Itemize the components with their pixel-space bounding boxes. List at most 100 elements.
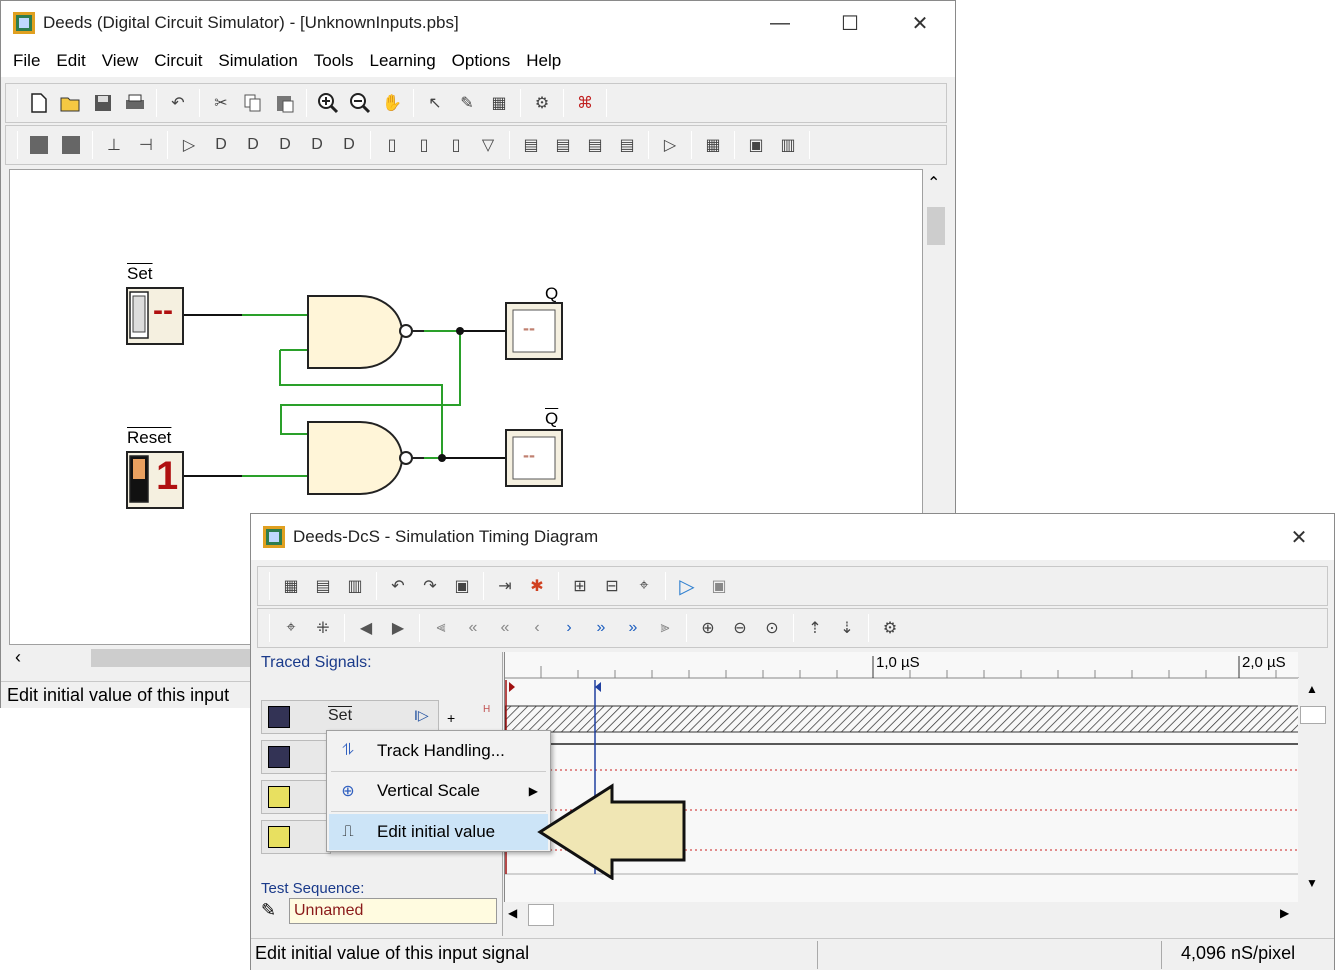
counter-icon[interactable]: ▤	[584, 134, 606, 156]
timing-close-button[interactable]: ✕	[1264, 514, 1334, 560]
step-forward-icon[interactable]: ▶	[387, 617, 409, 639]
scroll-left-arrow-icon[interactable]: ◀	[508, 906, 517, 920]
back-icon[interactable]: «	[494, 617, 516, 639]
menu-edit[interactable]: Edit	[48, 51, 93, 71]
node-icon[interactable]: ⊥	[103, 134, 125, 156]
menu-view[interactable]: View	[94, 51, 147, 71]
nor-gate-icon[interactable]: D	[306, 134, 328, 156]
cut-icon[interactable]: ✂	[210, 92, 232, 114]
scroll-left-arrow-icon[interactable]: ‹	[15, 647, 21, 668]
step-back-icon[interactable]: ◀	[355, 617, 377, 639]
play-icon[interactable]: ▷	[676, 575, 698, 598]
timing-horizontal-scrollbar[interactable]: ◀ ▶	[504, 902, 1298, 928]
timing-tool-2-icon[interactable]: ⊟	[601, 575, 623, 597]
prev-icon[interactable]: ‹	[526, 617, 548, 639]
timing-settings-icon[interactable]: ⚙	[879, 617, 901, 639]
fast-forward-icon[interactable]: »	[622, 617, 644, 639]
menu-tools[interactable]: Tools	[306, 51, 362, 71]
and-gate-icon[interactable]: D	[210, 134, 232, 156]
circuit-check-icon[interactable]: ⌘	[574, 92, 596, 114]
minimize-button[interactable]: —	[745, 1, 815, 45]
timing-scroll-thumb[interactable]	[1300, 706, 1326, 724]
menu-file[interactable]: File	[5, 51, 48, 71]
pan-hand-icon[interactable]: ✋	[381, 92, 403, 114]
buffer-icon[interactable]: ▷	[659, 134, 681, 156]
menu-simulation[interactable]: Simulation	[210, 51, 305, 71]
flipflop-jk-icon[interactable]: ▯	[413, 134, 435, 156]
trace-open-icon[interactable]: ▤	[312, 575, 334, 597]
menu-item-edit-initial-value[interactable]: ⎍ Edit initial value	[329, 814, 548, 850]
component-icon[interactable]: ▦	[488, 92, 510, 114]
or-gate-icon[interactable]: D	[274, 134, 296, 156]
stop-icon[interactable]: ▣	[708, 575, 730, 597]
scroll-thumb[interactable]	[927, 207, 945, 245]
menu-help[interactable]: Help	[518, 51, 569, 71]
signal-row[interactable]	[261, 740, 331, 774]
fast-back-icon[interactable]: «	[462, 617, 484, 639]
trace-new-icon[interactable]: ▦	[280, 575, 302, 597]
marker-tool-icon[interactable]: ⁜	[312, 617, 334, 639]
xor-gate-icon[interactable]: D	[338, 134, 360, 156]
timing-tool-3-icon[interactable]: ⌖	[633, 575, 655, 597]
menu-circuit[interactable]: Circuit	[146, 51, 210, 71]
signal-row[interactable]	[261, 780, 331, 814]
main-titlebar[interactable]: Deeds (Digital Circuit Simulator) - [Unk…	[1, 1, 955, 45]
test-sequence-field[interactable]: Unnamed	[289, 898, 497, 924]
zoom-in-icon[interactable]	[317, 92, 339, 114]
signal-row[interactable]	[261, 820, 331, 854]
go-start-icon[interactable]: ⫷	[430, 617, 452, 639]
scroll-right-arrow-icon[interactable]: ▶	[1280, 906, 1289, 920]
copy-icon[interactable]	[242, 92, 264, 114]
memory-icon[interactable]: ▤	[616, 134, 638, 156]
scroll-up-arrow-icon[interactable]: ⌃	[927, 173, 940, 193]
undo-icon[interactable]: ↶	[167, 92, 189, 114]
trace-save-icon[interactable]: ▥	[344, 575, 366, 597]
processor-icon[interactable]: ▦	[702, 134, 724, 156]
board-icon[interactable]: ▣	[745, 134, 767, 156]
input-block-icon[interactable]	[28, 134, 50, 156]
demux-icon[interactable]: ▽	[477, 134, 499, 156]
timing-zoom-fit-icon[interactable]: ⊙	[761, 617, 783, 639]
timing-vertical-scrollbar[interactable]: ▲ ▼	[1298, 678, 1328, 900]
not-gate-icon[interactable]: ▷	[178, 134, 200, 156]
scroll-down-arrow-icon[interactable]: ▼	[1306, 876, 1318, 890]
signal-up-icon[interactable]: ⇡	[804, 617, 826, 639]
timing-undo-icon[interactable]: ↶	[387, 575, 409, 597]
timing-redo-icon[interactable]: ↷	[419, 575, 441, 597]
expand-icon[interactable]: +	[447, 710, 455, 726]
remove-signal-icon[interactable]: ✱	[526, 575, 548, 597]
flipflop-d-icon[interactable]: ▯	[381, 134, 403, 156]
timing-zoom-in-icon[interactable]: ⊕	[697, 617, 719, 639]
timing-hscroll-thumb[interactable]	[528, 904, 554, 926]
timing-titlebar[interactable]: Deeds-DcS - Simulation Timing Diagram ✕	[251, 514, 1334, 560]
menu-item-vertical-scale[interactable]: ⊕ Vertical Scale ▶	[329, 773, 548, 809]
close-button[interactable]: ✕	[885, 1, 955, 45]
open-folder-icon[interactable]	[60, 92, 82, 114]
save-icon[interactable]	[92, 92, 114, 114]
menu-item-track-handling[interactable]: ⥮ Track Handling...	[329, 733, 548, 769]
paste-icon[interactable]	[274, 92, 296, 114]
print-icon[interactable]	[124, 92, 146, 114]
signal-row[interactable]: Set I▷	[261, 700, 439, 734]
fpga-icon[interactable]: ▥	[777, 134, 799, 156]
go-end-icon[interactable]: ⫸	[654, 617, 676, 639]
chip-icon[interactable]: ▤	[552, 134, 574, 156]
next-icon[interactable]: ›	[558, 617, 580, 639]
hscroll-thumb[interactable]	[91, 649, 251, 667]
zoom-out-icon[interactable]	[349, 92, 371, 114]
mux-icon[interactable]: ▯	[445, 134, 467, 156]
nand-gate-icon[interactable]: D	[242, 134, 264, 156]
signal-edit-icon[interactable]: I▷	[414, 707, 429, 724]
bus-icon[interactable]: ⊣	[135, 134, 157, 156]
timing-print-icon[interactable]: ▣	[451, 575, 473, 597]
select-pointer-icon[interactable]: ↖	[424, 92, 446, 114]
simulate-icon[interactable]: ⚙	[531, 92, 553, 114]
new-file-icon[interactable]	[28, 92, 50, 114]
cursor-tool-icon[interactable]: ⌖	[280, 617, 302, 639]
menu-options[interactable]: Options	[444, 51, 519, 71]
maximize-button[interactable]: ☐	[815, 1, 885, 45]
signal-down-icon[interactable]: ⇣	[836, 617, 858, 639]
scroll-up-arrow-icon[interactable]: ▲	[1306, 682, 1318, 696]
output-block-icon[interactable]	[60, 134, 82, 156]
wire-tool-icon[interactable]: ✎	[456, 92, 478, 114]
